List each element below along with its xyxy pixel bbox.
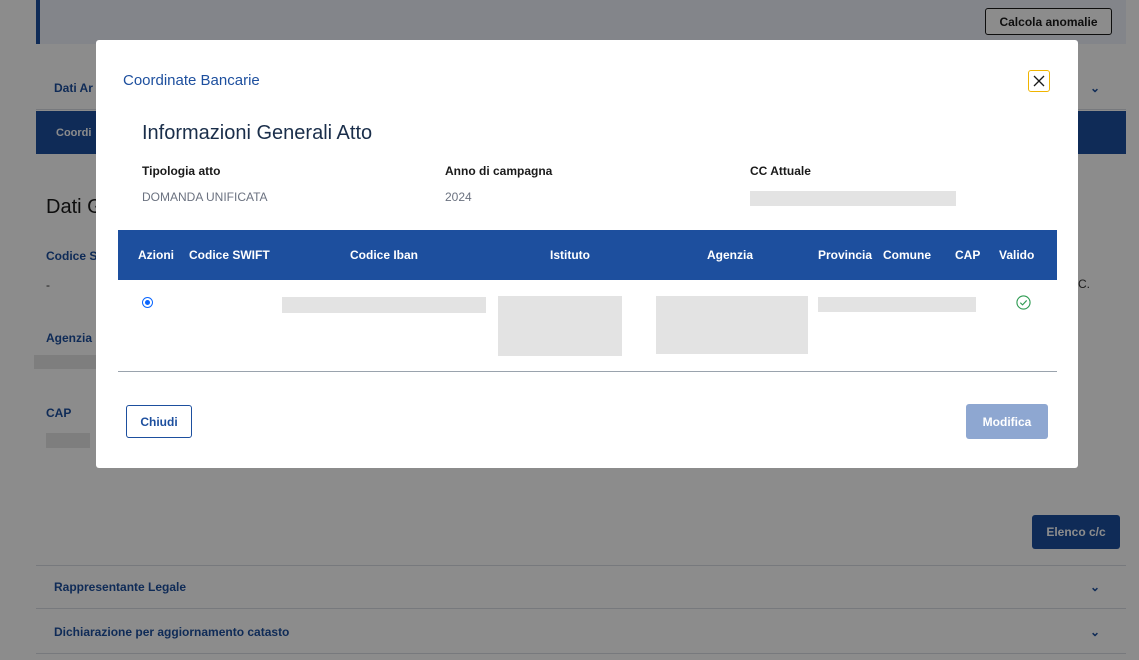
section-title: Informazioni Generali Atto — [142, 122, 373, 144]
col-provincia: Provincia — [818, 248, 873, 262]
radio-selected-icon[interactable] — [142, 297, 153, 308]
tipologia-label: Tipologia atto — [142, 164, 221, 178]
istituto-redacted — [498, 296, 622, 356]
col-valido: Valido — [999, 248, 1035, 262]
table-header: Azioni Codice SWIFT Codice Iban Istituto… — [118, 230, 1057, 280]
close-icon — [1033, 75, 1045, 87]
close-button[interactable] — [1028, 70, 1050, 92]
table-row — [118, 280, 1057, 372]
cc-attuale-label: CC Attuale — [750, 164, 811, 178]
col-comune: Comune — [883, 248, 931, 262]
chiudi-button[interactable]: Chiudi — [126, 405, 192, 438]
tipologia-value: DOMANDA UNIFICATA — [142, 190, 268, 204]
iban-redacted — [282, 297, 486, 313]
col-istituto: Istituto — [550, 248, 590, 262]
modifica-button[interactable]: Modifica — [966, 404, 1048, 439]
modal-title: Coordinate Bancarie — [123, 72, 260, 89]
provincia-comune-cap-redacted — [818, 297, 976, 312]
coordinate-bancarie-modal: Coordinate Bancarie Informazioni General… — [96, 40, 1078, 468]
col-azioni: Azioni — [138, 248, 174, 262]
check-circle-icon — [1016, 295, 1031, 310]
col-codice-swift: Codice SWIFT — [189, 248, 270, 262]
col-agenzia: Agenzia — [707, 248, 754, 262]
anno-value: 2024 — [445, 190, 472, 204]
col-codice-iban: Codice Iban — [350, 248, 419, 262]
agenzia-redacted — [656, 296, 808, 354]
col-cap: CAP — [955, 248, 981, 262]
anno-label: Anno di campagna — [445, 164, 553, 178]
cc-attuale-redacted — [750, 191, 956, 206]
